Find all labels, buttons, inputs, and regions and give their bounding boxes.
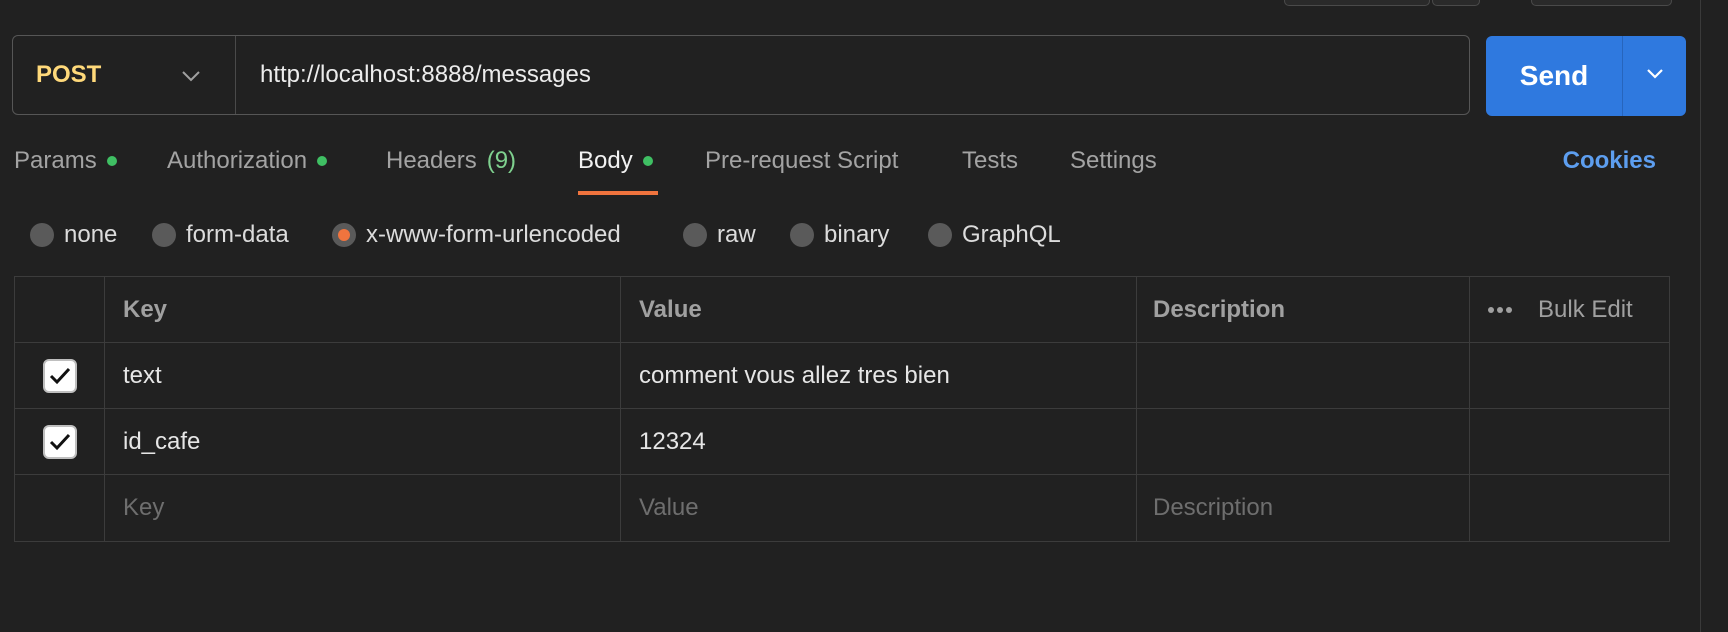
header-value: Value [621, 277, 1137, 342]
method-select[interactable]: POST [13, 36, 236, 114]
row-description[interactable] [1137, 343, 1470, 408]
checkmark-icon [49, 433, 70, 450]
radio-label: none [64, 221, 118, 248]
tab-settings[interactable]: Settings [1070, 147, 1157, 175]
body-type-radios: none form-data x-www-form-urlencoded raw… [30, 221, 1230, 251]
chevron-down-icon [1645, 67, 1665, 85]
radio-circle [928, 223, 952, 247]
table-header-row: Key Value Description Bulk Edit [15, 277, 1669, 343]
row-description[interactable] [1137, 409, 1470, 474]
row-checkbox[interactable] [42, 424, 77, 459]
row-actions [1470, 475, 1669, 541]
more-options-icon[interactable] [1488, 306, 1512, 313]
bulk-edit-button[interactable]: Bulk Edit [1538, 296, 1633, 324]
table-row: id_cafe 12324 [15, 409, 1669, 475]
tab-headers[interactable]: Headers (9) [386, 147, 516, 175]
new-description-input[interactable]: Description [1137, 475, 1470, 541]
active-tab-indicator [578, 191, 658, 195]
row-value[interactable]: 12324 [621, 409, 1137, 474]
radio-label: binary [824, 221, 890, 248]
tab-label: Authorization [167, 147, 308, 174]
headers-count: (9) [486, 147, 517, 174]
radio-circle-selected [332, 223, 356, 247]
tab-label: Pre-request Script [705, 147, 899, 174]
row-key[interactable]: text [105, 343, 621, 408]
status-dot [106, 156, 117, 166]
radio-graphql[interactable]: GraphQL [928, 221, 1061, 249]
radio-form-data[interactable]: form-data [152, 221, 289, 249]
tab-params[interactable]: Params [14, 147, 117, 175]
tab-label: Body [578, 147, 633, 174]
send-button[interactable]: Send [1486, 36, 1622, 116]
header-check-cell [15, 277, 105, 342]
radio-circle [683, 223, 707, 247]
row-key[interactable]: id_cafe [105, 409, 621, 474]
toolbar-fragment-1 [1284, 0, 1430, 6]
cookies-link[interactable]: Cookies [1563, 147, 1656, 175]
panel-divider [1700, 0, 1701, 632]
send-options-button[interactable] [1623, 36, 1686, 116]
row-check-cell [15, 343, 105, 408]
table-row-placeholder: Key Value Description [15, 475, 1669, 541]
radio-raw[interactable]: raw [683, 221, 756, 249]
radio-x-www-form-urlencoded[interactable]: x-www-form-urlencoded [332, 221, 621, 249]
radio-none[interactable]: none [30, 221, 117, 249]
checkmark-icon [49, 367, 70, 384]
method-label: POST [36, 61, 102, 88]
radio-label: raw [717, 221, 756, 248]
toolbar-fragment-2 [1432, 0, 1480, 6]
radio-circle [790, 223, 814, 247]
request-bar: POST http://localhost:8888/messages [12, 35, 1470, 115]
new-value-input[interactable]: Value [621, 475, 1137, 541]
url-input[interactable]: http://localhost:8888/messages [236, 61, 591, 89]
tab-label: Tests [962, 147, 1019, 174]
chevron-down-icon [181, 61, 201, 89]
form-params-table: Key Value Description Bulk Edit text com… [14, 276, 1670, 542]
tab-authorization[interactable]: Authorization [167, 147, 328, 175]
row-actions [1470, 409, 1669, 474]
header-key: Key [105, 277, 621, 342]
new-key-input[interactable]: Key [105, 475, 621, 541]
radio-label: GraphQL [962, 221, 1061, 248]
status-dot [317, 156, 328, 166]
radio-label: x-www-form-urlencoded [366, 221, 621, 248]
row-actions [1470, 343, 1669, 408]
row-checkbox[interactable] [42, 358, 77, 393]
toolbar-fragment-3 [1531, 0, 1672, 6]
tab-pre-request-script[interactable]: Pre-request Script [705, 147, 898, 175]
tab-body[interactable]: Body [578, 147, 653, 175]
radio-binary[interactable]: binary [790, 221, 889, 249]
send-group: Send [1486, 36, 1686, 116]
tab-label: Params [14, 147, 97, 174]
radio-circle [152, 223, 176, 247]
header-actions: Bulk Edit [1470, 277, 1669, 342]
tab-tests[interactable]: Tests [962, 147, 1018, 175]
header-description: Description [1137, 277, 1470, 342]
tab-label: Settings [1070, 147, 1157, 174]
tab-label: Headers [386, 147, 477, 174]
table-row: text comment vous allez tres bien [15, 343, 1669, 409]
row-check-cell [15, 409, 105, 474]
request-tabs: Params Authorization Headers (9) Body Pre… [14, 147, 1674, 195]
radio-circle [30, 223, 54, 247]
status-dot [642, 156, 653, 166]
row-value[interactable]: comment vous allez tres bien [621, 343, 1137, 408]
row-check-cell [15, 475, 105, 541]
radio-label: form-data [186, 221, 289, 248]
